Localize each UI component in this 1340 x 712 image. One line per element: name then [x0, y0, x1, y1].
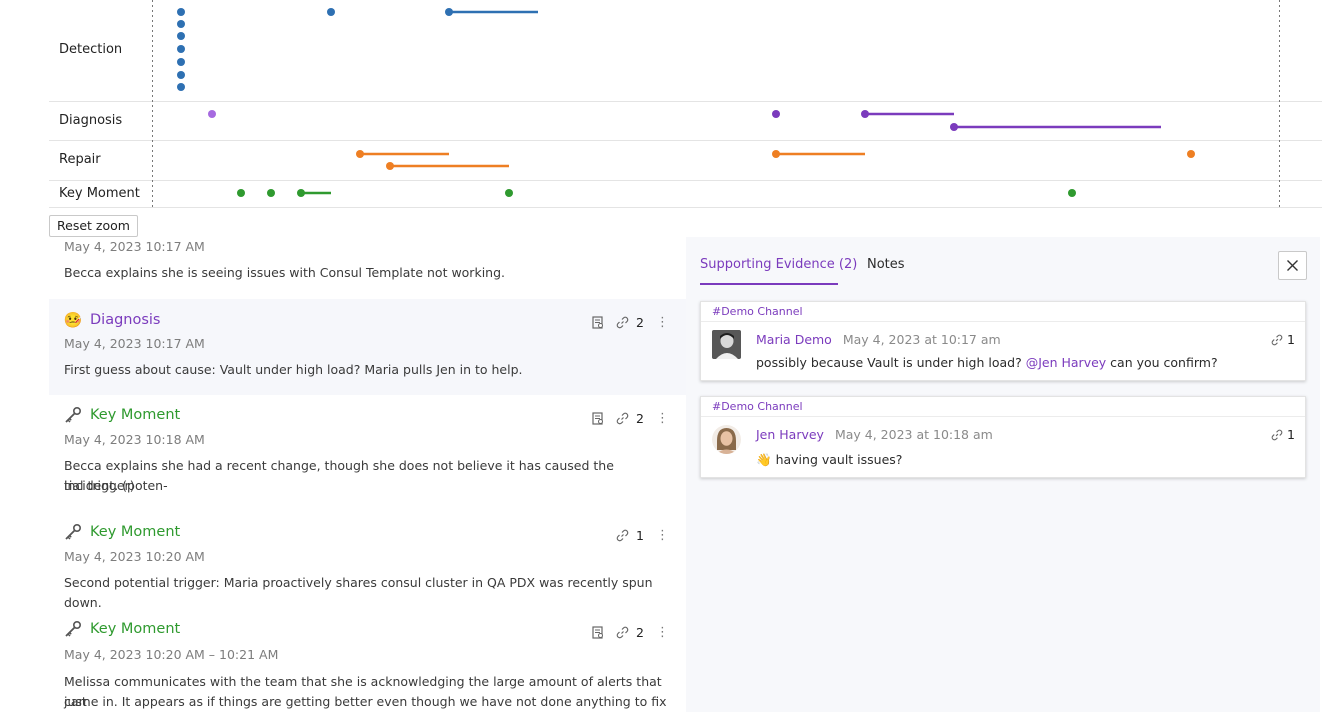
link-count: 2: [636, 315, 644, 330]
event-list: May 4, 2023 10:17 AM Becca explains she …: [49, 237, 686, 712]
event-timestamp: May 4, 2023 10:20 AM – 10:21 AM: [64, 647, 279, 662]
detection-event-marker: [177, 83, 185, 91]
event-description: Second potential trigger: Maria proactiv…: [64, 575, 653, 610]
message-text: 👋 having vault issues?: [756, 452, 903, 467]
key-moment-marker: [505, 189, 513, 197]
lane-label-detection: Detection: [59, 42, 123, 57]
event-timestamp: May 4, 2023 10:20 AM: [64, 549, 205, 564]
key-moment-marker: [237, 189, 245, 197]
detection-event-marker: [177, 58, 185, 66]
link-count: 2: [636, 625, 644, 640]
repair-span-start: [386, 162, 394, 170]
event-item-key-moment[interactable]: Key Moment 1 ⋮ May 4, 2023 10:20 AM Seco…: [49, 512, 686, 610]
close-icon: [1287, 260, 1298, 271]
event-item[interactable]: May 4, 2023 10:17 AM Becca explains she …: [49, 237, 686, 299]
evidence-message-card[interactable]: #Demo Channel Jen Harvey May 4, 2023 at …: [700, 396, 1306, 478]
message-timestamp: May 4, 2023 at 10:18 am: [834, 427, 993, 442]
detection-span-start: [445, 8, 453, 16]
event-type-label: Key Moment: [90, 407, 181, 423]
diagnosis-event-marker: [208, 110, 216, 118]
diagnosis-event-marker: [772, 110, 780, 118]
key-moment-span-start: [297, 189, 305, 197]
key-icon: [64, 621, 82, 637]
detection-event-marker: [327, 8, 335, 16]
event-timestamp: May 4, 2023 10:17 AM: [64, 239, 205, 254]
key-moment-marker: [267, 189, 275, 197]
key-icon: [64, 524, 82, 540]
link-count: 2: [636, 411, 644, 426]
timeline-chart: [49, 0, 1322, 208]
link-count: 1: [1287, 332, 1295, 347]
evidence-message-card[interactable]: #Demo Channel Maria Demo May 4, 2023 at …: [700, 301, 1306, 381]
channel-name: #Demo Channel: [701, 397, 1305, 417]
event-description-line2: tial trigger): [64, 478, 135, 493]
event-item-key-moment[interactable]: Key Moment 2 ⋮ May 4, 2023 10:18 AM Becc…: [49, 395, 686, 512]
detection-event-marker: [177, 32, 185, 40]
detection-event-marker: [177, 8, 185, 16]
avatar: [712, 425, 741, 454]
evidence-icon[interactable]: [592, 316, 604, 329]
lane-label-diagnosis: Diagnosis: [59, 113, 123, 128]
key-moment-marker: [1068, 189, 1076, 197]
tab-supporting-evidence[interactable]: Supporting Evidence (2): [700, 257, 857, 272]
tab-notes[interactable]: Notes: [867, 257, 905, 272]
link-count: 1: [636, 528, 644, 543]
event-type-label: Key Moment: [90, 621, 181, 637]
repair-span-start: [772, 150, 780, 158]
more-options-icon[interactable]: ⋮: [656, 411, 669, 426]
event-type-label: Key Moment: [90, 524, 181, 540]
repair-span-start: [356, 150, 364, 158]
link-icon[interactable]: [616, 529, 629, 542]
close-button[interactable]: [1278, 251, 1307, 280]
detection-event-marker: [177, 71, 185, 79]
detection-event-marker: [177, 45, 185, 53]
message-author[interactable]: Jen Harvey: [756, 427, 824, 442]
message-text: possibly because Vault is under high loa…: [756, 355, 1218, 370]
avatar: [712, 330, 741, 359]
diagnosis-span-start: [861, 110, 869, 118]
message-author[interactable]: Maria Demo: [756, 332, 832, 347]
more-options-icon[interactable]: ⋮: [656, 528, 669, 543]
event-description: First guess about cause: Vault under hig…: [64, 362, 523, 377]
evidence-icon[interactable]: [592, 412, 604, 425]
event-item-diagnosis[interactable]: 🤒 Diagnosis 2 ⋮ May 4, 2023 10:17 AM Fir…: [49, 299, 686, 395]
repair-event-marker: [1187, 150, 1195, 158]
link-count: 1: [1287, 427, 1295, 442]
link-icon[interactable]: [616, 626, 629, 639]
evidence-panel: Supporting Evidence (2) Notes #Demo Chan…: [686, 237, 1320, 712]
active-tab-indicator: [700, 283, 838, 285]
link-icon: [1271, 334, 1283, 345]
diagnosis-span-start: [950, 123, 958, 131]
link-icon[interactable]: [616, 412, 629, 425]
key-icon: [64, 407, 82, 423]
message-timestamp: May 4, 2023 at 10:17 am: [842, 332, 1001, 347]
evidence-icon[interactable]: [592, 626, 604, 639]
lane-label-key-moment: Key Moment: [59, 186, 140, 201]
channel-name: #Demo Channel: [701, 302, 1305, 322]
event-type-label: Diagnosis: [90, 312, 161, 328]
event-timestamp: May 4, 2023 10:18 AM: [64, 432, 205, 447]
sick-face-icon: 🤒: [63, 311, 83, 329]
event-description-line2: came in. It appears as if things are get…: [64, 694, 667, 709]
lane-label-repair: Repair: [59, 152, 101, 167]
event-item-key-moment[interactable]: Key Moment 2 ⋮ May 4, 2023 10:20 AM – 10…: [49, 609, 686, 712]
more-options-icon[interactable]: ⋮: [656, 625, 669, 640]
event-description: Becca explains she is seeing issues with…: [64, 265, 505, 280]
incident-timeline: Detection Diagnosis Repair Key Moment: [0, 0, 1340, 210]
event-timestamp: May 4, 2023 10:17 AM: [64, 336, 205, 351]
detection-event-marker: [177, 20, 185, 28]
more-options-icon[interactable]: ⋮: [656, 315, 669, 330]
link-icon: [1271, 429, 1283, 440]
user-mention[interactable]: @Jen Harvey: [1026, 355, 1106, 370]
link-icon[interactable]: [616, 316, 629, 329]
reset-zoom-button[interactable]: Reset zoom: [49, 215, 138, 237]
waving-hand-icon: 👋: [756, 452, 772, 467]
